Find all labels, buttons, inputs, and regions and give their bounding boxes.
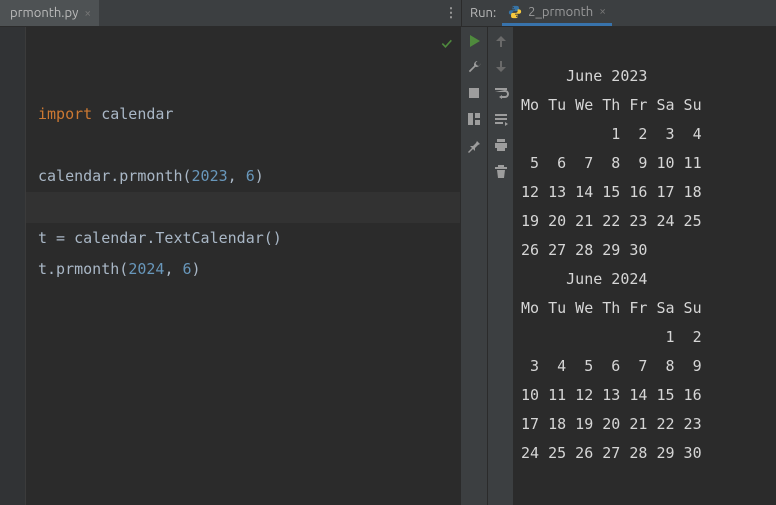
code-text: ,	[164, 260, 182, 278]
stop-icon[interactable]	[466, 85, 482, 101]
console-line: 3 4 5 6 7 8 9	[521, 352, 768, 381]
console-line: 1 2	[521, 323, 768, 352]
run-icon[interactable]	[466, 33, 482, 49]
console-line: Mo Tu We Th Fr Sa Su	[521, 91, 768, 120]
down-arrow-icon[interactable]	[493, 59, 509, 75]
run-header: Run: 2_prmonth ×	[461, 0, 776, 26]
soft-wrap-icon[interactable]	[493, 85, 509, 101]
trash-icon[interactable]	[493, 163, 509, 179]
console-output[interactable]: June 2023Mo Tu We Th Fr Sa Su 1 2 3 4 5 …	[513, 27, 776, 505]
console-line: 24 25 26 27 28 29 30	[521, 439, 768, 468]
console-line: 12 13 14 15 16 17 18	[521, 178, 768, 207]
code-number: 6	[246, 167, 255, 185]
run-pane: June 2023Mo Tu We Th Fr Sa Su 1 2 3 4 5 …	[461, 27, 776, 505]
code-editor[interactable]: import calendar calendar.prmonth(2023, 6…	[26, 27, 460, 505]
code-number: 2024	[128, 260, 164, 278]
up-arrow-icon[interactable]	[493, 33, 509, 49]
code-text: t.prmonth(	[38, 260, 128, 278]
code-text: )	[192, 260, 201, 278]
layout-icon[interactable]	[466, 111, 482, 127]
console-line: 1 2 3 4	[521, 120, 768, 149]
run-label: Run:	[470, 6, 496, 20]
run-toolbar-left	[461, 27, 487, 505]
console-line: 26 27 28 29 30	[521, 236, 768, 265]
code-number: 2023	[192, 167, 228, 185]
current-line-highlight	[26, 192, 460, 223]
console-line: 19 20 21 22 23 24 25	[521, 207, 768, 236]
editor-gutter[interactable]	[0, 27, 26, 505]
run-tab-label: 2_prmonth	[528, 5, 593, 19]
code-ident: calendar	[92, 105, 173, 123]
editor-tab-label: prmonth.py	[10, 6, 78, 20]
tab-overflow-icon[interactable]: ⋮	[441, 0, 461, 26]
code-number: 6	[183, 260, 192, 278]
close-icon[interactable]: ×	[84, 7, 91, 20]
editor-pane: import calendar calendar.prmonth(2023, 6…	[0, 27, 461, 505]
console-line: 10 11 12 13 14 15 16	[521, 381, 768, 410]
code-text: )	[255, 167, 264, 185]
run-toolbar-right	[487, 27, 513, 505]
pin-icon[interactable]	[466, 137, 482, 153]
code-text: ,	[228, 167, 246, 185]
close-icon[interactable]: ×	[599, 5, 606, 18]
inspection-ok-icon[interactable]: ✓	[441, 35, 452, 52]
run-config-tab[interactable]: 2_prmonth ×	[502, 0, 612, 26]
editor-tab[interactable]: prmonth.py ×	[0, 0, 99, 26]
wrench-icon[interactable]	[466, 59, 482, 75]
code-keyword: import	[38, 105, 92, 123]
console-line: June 2023	[521, 62, 768, 91]
console-line: Mo Tu We Th Fr Sa Su	[521, 294, 768, 323]
print-icon[interactable]	[493, 137, 509, 153]
console-line: June 2024	[521, 265, 768, 294]
code-text: calendar.prmonth(	[38, 167, 192, 185]
scroll-to-end-icon[interactable]	[493, 111, 509, 127]
console-line: 17 18 19 20 21 22 23	[521, 410, 768, 439]
code-text: t = calendar.TextCalendar()	[38, 229, 282, 247]
python-icon	[508, 5, 522, 19]
top-tabbar: prmonth.py × ⋮ Run: 2_prmonth ×	[0, 0, 776, 27]
console-line: 5 6 7 8 9 10 11	[521, 149, 768, 178]
